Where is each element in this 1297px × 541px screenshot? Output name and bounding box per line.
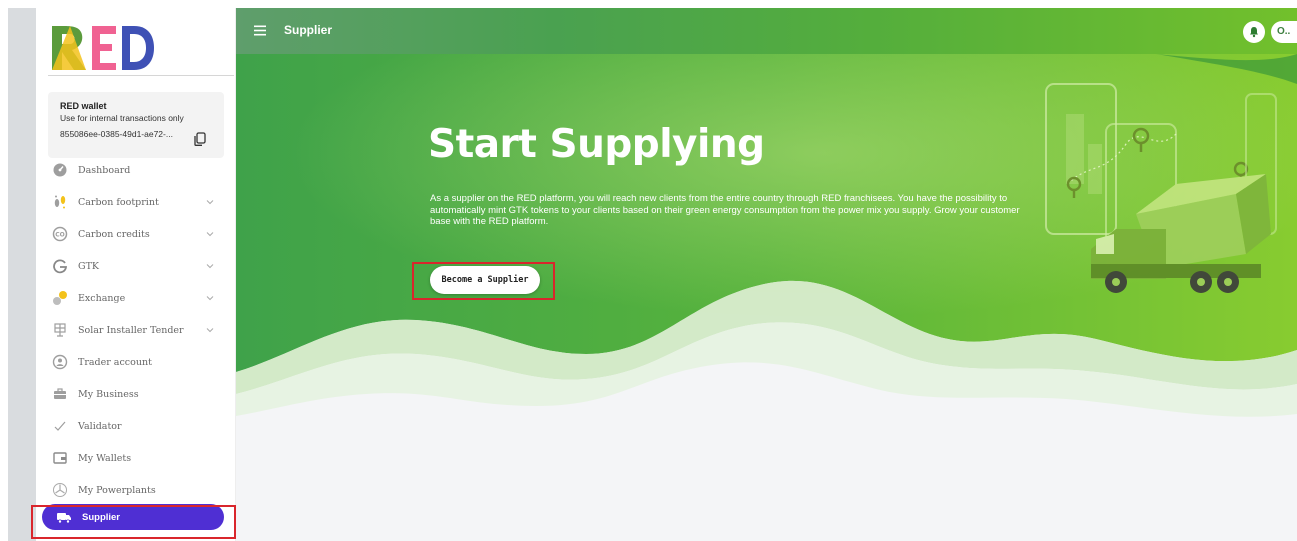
sidebar-item-label: My Business bbox=[78, 388, 139, 400]
sidebar-nav: Dashboard Carbon footprint CO Carbon cre… bbox=[42, 154, 232, 530]
app-root: RED wallet Use for internal transactions… bbox=[0, 0, 1297, 541]
chevron-down-icon bbox=[206, 296, 214, 301]
chevron-down-icon bbox=[206, 264, 214, 269]
sidebar-item-my-wallets[interactable]: My Wallets bbox=[48, 442, 232, 474]
bell-icon bbox=[1250, 27, 1258, 38]
validator-icon bbox=[52, 418, 68, 434]
sidebar-item-label: Validator bbox=[78, 420, 122, 432]
solar-panel-icon bbox=[52, 322, 68, 338]
sidebar-item-label: Dashboard bbox=[78, 164, 131, 176]
sidebar-item-label: Carbon credits bbox=[78, 228, 150, 240]
notifications-button[interactable] bbox=[1243, 21, 1265, 43]
sidebar-item-label: GTK bbox=[78, 260, 100, 272]
exchange-icon bbox=[52, 290, 68, 306]
become-supplier-button[interactable]: Become a Supplier bbox=[430, 266, 540, 294]
sidebar-item-exchange[interactable]: Exchange bbox=[48, 282, 232, 314]
sidebar-item-label: Solar Installer Tender bbox=[78, 324, 184, 336]
chevron-down-icon bbox=[206, 200, 214, 205]
chevron-down-icon bbox=[206, 328, 214, 333]
sidebar-item-carbon-footprint[interactable]: Carbon footprint bbox=[48, 186, 232, 218]
wallet-subtitle: Use for internal transactions only bbox=[60, 113, 184, 123]
user-avatar[interactable]: O.. bbox=[1271, 21, 1297, 43]
sidebar-item-solar-installer-tender[interactable]: Solar Installer Tender bbox=[48, 314, 232, 346]
wallet-address: 855086ee-0385-49d1-ae72-... bbox=[60, 129, 173, 139]
gtk-icon bbox=[52, 258, 68, 274]
sidebar-item-label: Trader account bbox=[78, 356, 152, 368]
window-gutter bbox=[0, 0, 36, 541]
red-wallet-card: RED wallet Use for internal transactions… bbox=[48, 92, 224, 158]
sidebar-item-label: My Wallets bbox=[78, 452, 132, 464]
sidebar-item-trader-account[interactable]: Trader account bbox=[48, 346, 232, 378]
highlight-box-supplier-nav bbox=[31, 505, 236, 539]
sidebar-item-carbon-credits[interactable]: CO Carbon credits bbox=[48, 218, 232, 250]
logo-divider bbox=[48, 75, 234, 76]
powerplant-icon bbox=[52, 482, 68, 498]
sidebar-item-dashboard[interactable]: Dashboard bbox=[48, 154, 232, 186]
sidebar-item-validator[interactable]: Validator bbox=[48, 410, 232, 442]
sidebar-item-label: Carbon footprint bbox=[78, 196, 159, 208]
sidebar: RED wallet Use for internal transactions… bbox=[36, 8, 236, 541]
main-content: Supplier O.. Start Supplying As a suppli… bbox=[236, 8, 1297, 541]
chevron-down-icon bbox=[206, 232, 214, 237]
briefcase-icon bbox=[52, 386, 68, 402]
sidebar-item-my-powerplants[interactable]: My Powerplants bbox=[48, 474, 232, 506]
top-app-bar: Supplier O.. bbox=[236, 8, 1297, 54]
footprint-icon bbox=[52, 194, 68, 210]
sidebar-item-label: Exchange bbox=[78, 292, 126, 304]
red-logo bbox=[52, 26, 154, 70]
hero-background bbox=[236, 54, 1297, 541]
sidebar-item-my-business[interactable]: My Business bbox=[48, 378, 232, 410]
supplier-hero: Start Supplying As a supplier on the RED… bbox=[236, 54, 1297, 541]
hero-title: Start Supplying bbox=[428, 122, 765, 167]
hamburger-menu-icon[interactable] bbox=[254, 25, 266, 36]
hero-description: As a supplier on the RED platform, you w… bbox=[430, 193, 1020, 227]
sidebar-item-gtk[interactable]: GTK bbox=[48, 250, 232, 282]
wallet-icon bbox=[52, 450, 68, 466]
wallet-title: RED wallet bbox=[60, 101, 107, 111]
copy-icon[interactable] bbox=[194, 132, 206, 146]
svg-text:CO: CO bbox=[55, 232, 65, 239]
dashboard-icon bbox=[52, 162, 68, 178]
page-title: Supplier bbox=[284, 23, 333, 37]
window-rail bbox=[8, 8, 36, 541]
sidebar-item-label: My Powerplants bbox=[78, 484, 156, 496]
trader-icon bbox=[52, 354, 68, 370]
carbon-credits-icon: CO bbox=[52, 226, 68, 242]
